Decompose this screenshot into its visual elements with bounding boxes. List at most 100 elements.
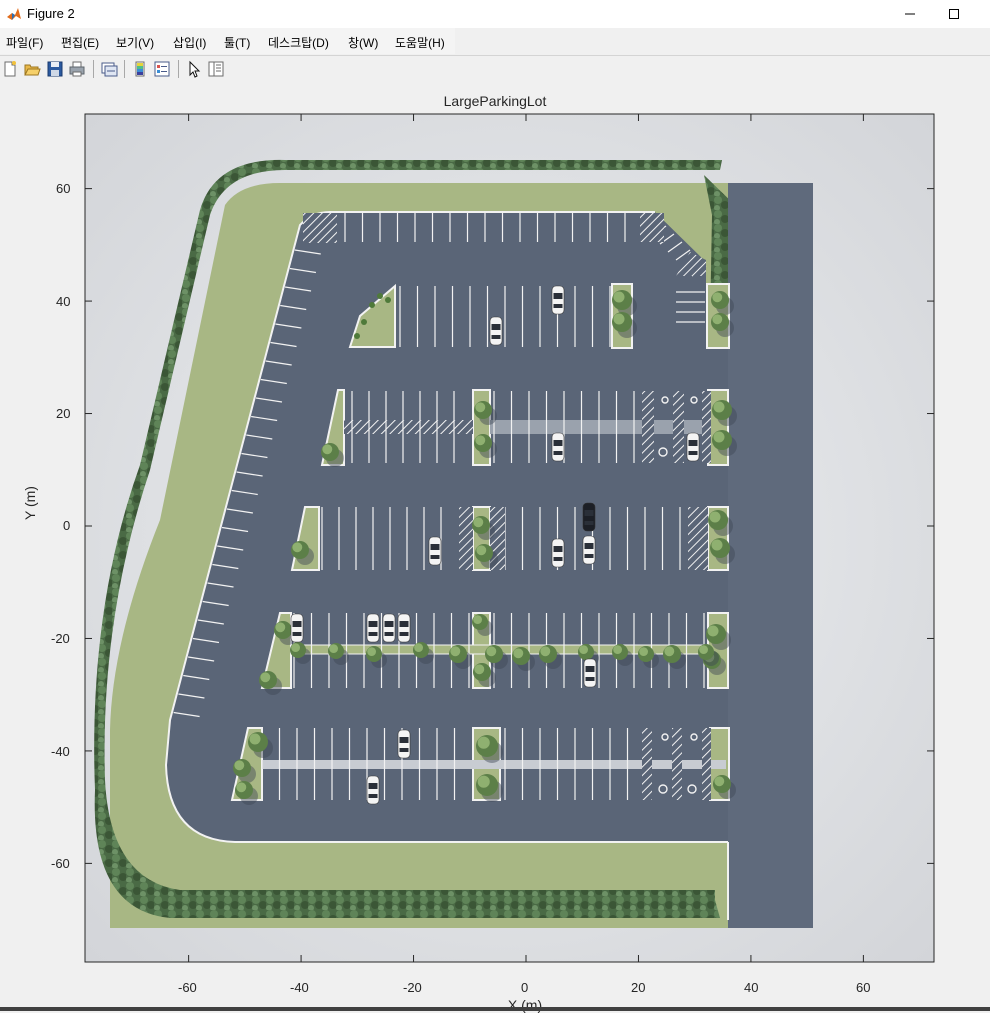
y-tick-label: -60	[51, 856, 70, 871]
tree-highlight	[322, 444, 333, 455]
tree-highlight	[613, 313, 625, 325]
tree-highlight	[249, 733, 261, 745]
tree-highlight	[486, 646, 497, 657]
y-tick-label: 40	[56, 294, 71, 309]
axes-plot[interactable]	[0, 0, 990, 1011]
tree-highlight	[450, 646, 461, 657]
tree-highlight	[579, 645, 588, 654]
car-rear-window	[491, 335, 501, 339]
car-body	[290, 613, 304, 643]
tree-highlight	[477, 736, 490, 749]
car-windshield	[553, 293, 563, 299]
tree-highlight	[613, 645, 622, 654]
shrub	[385, 297, 391, 303]
tree-highlight	[473, 517, 484, 528]
car-body	[551, 432, 565, 462]
car-rear-window	[368, 794, 378, 798]
tree-highlight	[275, 622, 286, 633]
car-windshield	[553, 440, 563, 446]
car-rear-window	[368, 632, 378, 636]
car-windshield	[368, 621, 378, 627]
tree-highlight	[712, 314, 723, 325]
tree-highlight	[367, 647, 376, 656]
parked-car	[551, 285, 565, 315]
car-windshield	[585, 666, 595, 672]
parked-car	[382, 613, 396, 643]
parked-car	[290, 613, 304, 643]
parked-car	[428, 536, 442, 566]
car-windshield	[430, 544, 440, 550]
car-rear-window	[688, 451, 698, 455]
tree-highlight	[473, 615, 482, 624]
tree-highlight	[707, 625, 719, 637]
y-tick-label: 0	[63, 518, 71, 533]
x-tick-label: 60	[856, 980, 871, 995]
tree-highlight	[474, 664, 485, 675]
car-body	[582, 535, 596, 565]
car-body	[382, 613, 396, 643]
car-rear-window	[399, 632, 409, 636]
car-rear-window	[584, 521, 594, 525]
tree-highlight	[260, 672, 271, 683]
tree-highlight	[414, 643, 423, 652]
tree-highlight	[711, 539, 723, 551]
tree-highlight	[291, 643, 300, 652]
x-tick-label: 40	[744, 980, 759, 995]
tree-highlight	[234, 760, 245, 771]
tree-highlight	[236, 782, 247, 793]
car-rear-window	[553, 451, 563, 455]
car-rear-window	[553, 557, 563, 561]
parked-car	[366, 613, 380, 643]
x-tick-label: 20	[631, 980, 646, 995]
tree-highlight	[540, 646, 551, 657]
car-rear-window	[585, 677, 595, 681]
car-windshield	[399, 737, 409, 743]
x-tick-label: -60	[178, 980, 197, 995]
x-tick-label: -20	[403, 980, 422, 995]
parked-car	[489, 316, 503, 346]
car-rear-window	[292, 632, 302, 636]
car-rear-window	[399, 748, 409, 752]
parked-car	[397, 729, 411, 759]
tree-highlight	[713, 401, 725, 413]
car-body	[366, 775, 380, 805]
car-windshield	[399, 621, 409, 627]
car-windshield	[368, 783, 378, 789]
tree-highlight	[513, 648, 524, 659]
shrub	[369, 302, 375, 308]
parked-car	[397, 613, 411, 643]
car-body	[428, 536, 442, 566]
y-tick-label: 20	[56, 406, 71, 421]
tree-highlight	[292, 542, 303, 553]
tree-highlight	[713, 431, 725, 443]
taskbar-edge	[0, 1007, 990, 1011]
tree-highlight	[709, 511, 721, 523]
parked-car	[686, 432, 700, 462]
car-windshield	[553, 546, 563, 552]
y-tick-label: 60	[56, 181, 71, 196]
car-rear-window	[584, 554, 594, 558]
east-road	[728, 183, 813, 928]
car-body	[551, 285, 565, 315]
tree-highlight	[639, 647, 648, 656]
parked-car	[582, 535, 596, 565]
tree-highlight	[664, 646, 675, 657]
parked-car	[366, 775, 380, 805]
car-rear-window	[553, 304, 563, 308]
car-body	[489, 316, 503, 346]
car-windshield	[491, 324, 501, 330]
tree-highlight	[699, 645, 708, 654]
tree-highlight	[475, 402, 486, 413]
parked-car	[582, 502, 596, 532]
tree-highlight	[613, 291, 625, 303]
car-windshield	[584, 543, 594, 549]
car-body	[397, 613, 411, 643]
car-windshield	[384, 621, 394, 627]
car-windshield	[584, 510, 594, 516]
shrub	[361, 319, 367, 325]
shrub	[354, 333, 360, 339]
tree-highlight	[329, 644, 338, 653]
car-rear-window	[384, 632, 394, 636]
car-body	[582, 502, 596, 532]
car-body	[366, 613, 380, 643]
